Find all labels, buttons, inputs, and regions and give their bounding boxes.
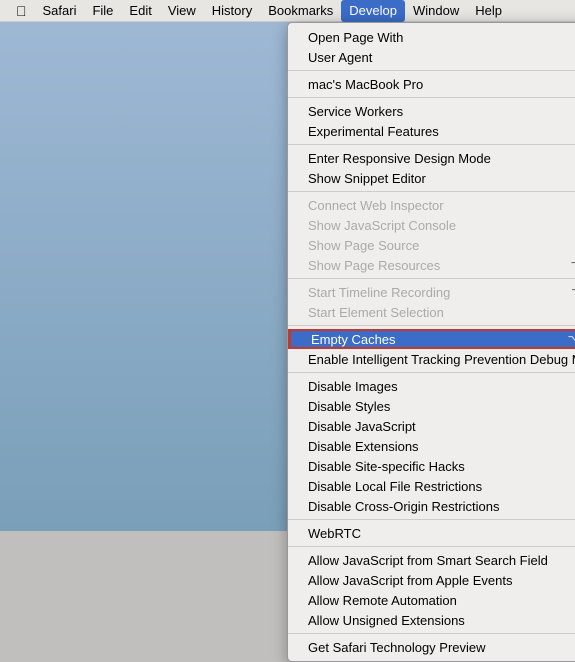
menu-macbook-pro[interactable]: mac's MacBook Pro bbox=[288, 74, 575, 94]
menu-allow-unsigned-extensions[interactable]: Allow Unsigned Extensions bbox=[288, 610, 575, 630]
menubar:  Safari File Edit View History Bookmark… bbox=[0, 0, 575, 22]
menu-show-js-console[interactable]: Show JavaScript Console ⌥⌘I bbox=[288, 215, 575, 235]
menu-disable-local-files[interactable]: Disable Local File Restrictions bbox=[288, 476, 575, 496]
separator-1 bbox=[288, 70, 575, 71]
menubar-safari[interactable]: Safari bbox=[35, 0, 85, 22]
menubar-view[interactable]: View bbox=[160, 0, 204, 22]
menu-safari-tech-preview[interactable]: Get Safari Technology Preview bbox=[288, 637, 575, 657]
menu-webrtc[interactable]: WebRTC ▶ bbox=[288, 523, 575, 543]
menu-show-page-resources[interactable]: Show Page Resources ⌥⌘A bbox=[288, 255, 575, 275]
menu-allow-js-apple-events[interactable]: Allow JavaScript from Apple Events bbox=[288, 570, 575, 590]
menu-experimental-features[interactable]: Experimental Features ▶ bbox=[288, 121, 575, 141]
menu-disable-site-hacks[interactable]: Disable Site-specific Hacks bbox=[288, 456, 575, 476]
separator-3 bbox=[288, 144, 575, 145]
separator-10 bbox=[288, 633, 575, 634]
separator-4 bbox=[288, 191, 575, 192]
menu-start-timeline[interactable]: Start Timeline Recording ⌥⌘T bbox=[288, 282, 575, 302]
separator-5 bbox=[288, 278, 575, 279]
menubar-file[interactable]: File bbox=[84, 0, 121, 22]
menu-service-workers[interactable]: Service Workers ▶ bbox=[288, 101, 575, 121]
menu-disable-images[interactable]: Disable Images bbox=[288, 376, 575, 396]
menu-responsive-design-mode[interactable]: Enter Responsive Design Mode ^⌘R bbox=[288, 148, 575, 168]
menubar-window[interactable]: Window bbox=[405, 0, 467, 22]
menu-show-page-source[interactable]: Show Page Source ⌘U bbox=[288, 235, 575, 255]
menu-disable-cross-origin[interactable]: Disable Cross-Origin Restrictions bbox=[288, 496, 575, 516]
menu-open-page-with[interactable]: Open Page With bbox=[288, 27, 575, 47]
separator-6 bbox=[288, 325, 575, 326]
separator-9 bbox=[288, 546, 575, 547]
menu-disable-javascript[interactable]: Disable JavaScript bbox=[288, 416, 575, 436]
menu-empty-caches[interactable]: Empty Caches ⌥⌘E bbox=[288, 329, 575, 349]
menu-itp-debug[interactable]: Enable Intelligent Tracking Prevention D… bbox=[288, 349, 575, 369]
menu-user-agent[interactable]: User Agent bbox=[288, 47, 575, 67]
menu-start-element-selection[interactable]: Start Element Selection ⌘C bbox=[288, 302, 575, 322]
menu-disable-extensions[interactable]: Disable Extensions bbox=[288, 436, 575, 456]
apple-menu[interactable]:  bbox=[8, 0, 35, 22]
menubar-history[interactable]: History bbox=[204, 0, 260, 22]
separator-2 bbox=[288, 97, 575, 98]
menu-disable-styles[interactable]: Disable Styles bbox=[288, 396, 575, 416]
develop-menu: Open Page With User Agent mac's MacBook … bbox=[287, 22, 575, 662]
menubar-develop[interactable]: Develop bbox=[341, 0, 405, 22]
separator-8 bbox=[288, 519, 575, 520]
menubar-edit[interactable]: Edit bbox=[121, 0, 159, 22]
separator-7 bbox=[288, 372, 575, 373]
menubar-help[interactable]: Help bbox=[467, 0, 510, 22]
menu-allow-js-smart-search[interactable]: Allow JavaScript from Smart Search Field bbox=[288, 550, 575, 570]
menu-allow-remote-automation[interactable]: Allow Remote Automation bbox=[288, 590, 575, 610]
menubar-bookmarks[interactable]: Bookmarks bbox=[260, 0, 341, 22]
menu-snippet-editor[interactable]: Show Snippet Editor bbox=[288, 168, 575, 188]
menu-connect-web-inspector[interactable]: Connect Web Inspector bbox=[288, 195, 575, 215]
